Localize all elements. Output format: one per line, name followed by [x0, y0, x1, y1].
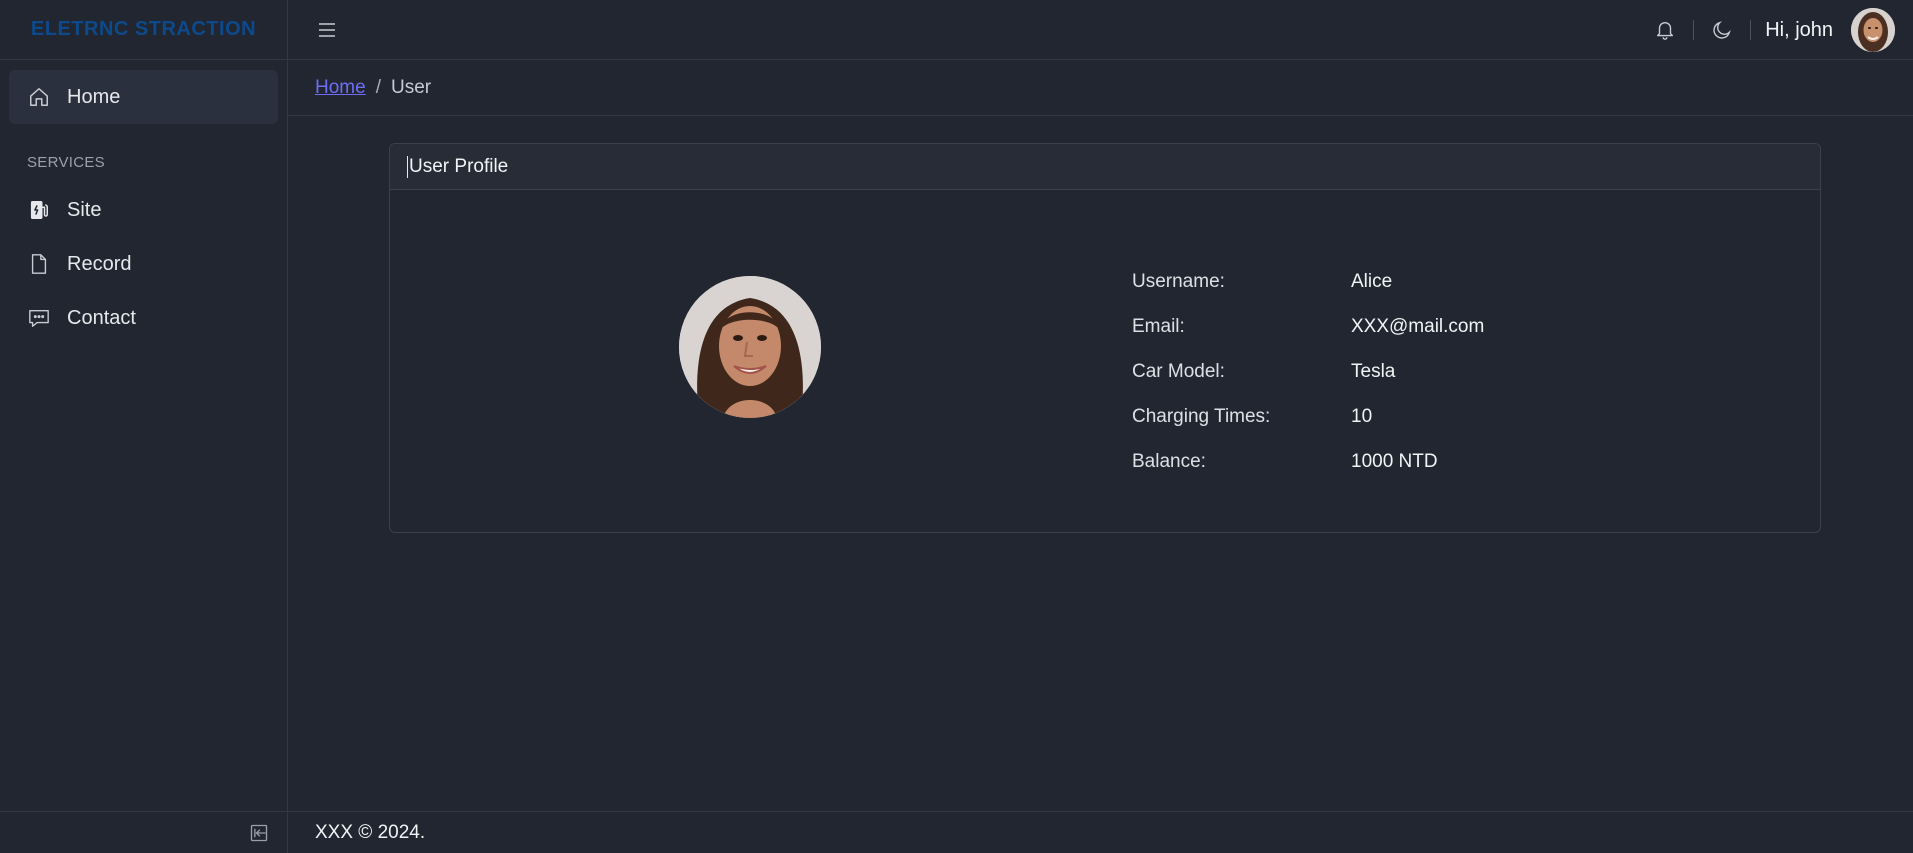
collapse-sidebar-icon[interactable]: [248, 822, 270, 844]
info-row-email: Email: XXX@mail.com: [1132, 304, 1484, 349]
header-divider: [1693, 20, 1695, 40]
avatar[interactable]: [1851, 8, 1895, 52]
sidebar-item-label: Home: [67, 85, 121, 108]
user-profile-card: User Profile Username: Alice Email: XXX@…: [389, 143, 1821, 533]
brand-logo[interactable]: ELETRNC STRACTION: [0, 0, 287, 60]
breadcrumb: Home / User: [288, 60, 1913, 116]
profile-photo: [679, 276, 821, 418]
app: ELETRNC STRACTION Home SERVICES Site Rec…: [0, 0, 1913, 853]
top-header: Hi, john: [288, 0, 1913, 60]
header-divider: [1750, 20, 1752, 40]
info-label: Username:: [1132, 270, 1225, 292]
info-label: Car Model:: [1132, 360, 1225, 382]
chat-icon: [27, 306, 51, 330]
sidebar-item-label: Contact: [67, 306, 136, 329]
footer-text: XXX © 2024.: [315, 821, 426, 843]
info-label: Charging Times:: [1132, 405, 1271, 427]
info-value: Alice: [1351, 270, 1393, 292]
sidebar-item-home[interactable]: Home: [9, 70, 278, 124]
sidebar-item-record[interactable]: Record: [9, 237, 278, 291]
user-greeting: Hi, john: [1765, 18, 1833, 41]
text-cursor: [407, 155, 408, 178]
breadcrumb-current: User: [390, 76, 432, 98]
info-label: Email:: [1132, 315, 1185, 337]
info-value: XXX@mail.com: [1351, 315, 1485, 337]
sidebar-item-contact[interactable]: Contact: [9, 291, 278, 345]
info-row-username: Username: Alice: [1132, 259, 1484, 304]
card-title: User Profile: [409, 155, 509, 177]
charging-station-icon: [27, 198, 51, 222]
sidebar-section-title: SERVICES: [27, 154, 105, 171]
home-icon: [27, 85, 51, 109]
sidebar: ELETRNC STRACTION Home SERVICES Site Rec…: [0, 0, 288, 853]
document-icon: [27, 252, 51, 276]
breadcrumb-home-link[interactable]: Home: [315, 77, 366, 99]
hamburger-icon[interactable]: [315, 18, 339, 42]
info-row-car-model: Car Model: Tesla: [1132, 349, 1484, 394]
card-header: User Profile: [390, 144, 1820, 190]
info-value: Tesla: [1351, 360, 1396, 382]
sidebar-item-site[interactable]: Site: [9, 183, 278, 237]
sidebar-item-label: Record: [67, 252, 132, 275]
sidebar-item-label: Site: [67, 198, 102, 221]
info-value: 10: [1351, 405, 1373, 427]
page-footer: XXX © 2024.: [288, 811, 1913, 853]
header-actions: Hi, john: [1651, 0, 1895, 60]
info-row-charging-times: Charging Times: 10: [1132, 394, 1484, 439]
breadcrumb-separator: /: [375, 76, 381, 98]
info-value: 1000 NTD: [1351, 450, 1438, 472]
profile-info: Username: Alice Email: XXX@mail.com Car …: [1132, 259, 1484, 484]
info-label: Balance:: [1132, 450, 1206, 472]
bell-icon[interactable]: [1651, 16, 1679, 44]
sidebar-nav: Home SERVICES Site Record Contact: [0, 60, 287, 355]
moon-icon[interactable]: [1708, 16, 1736, 44]
sidebar-footer: [0, 811, 288, 853]
info-row-balance: Balance: 1000 NTD: [1132, 439, 1484, 484]
